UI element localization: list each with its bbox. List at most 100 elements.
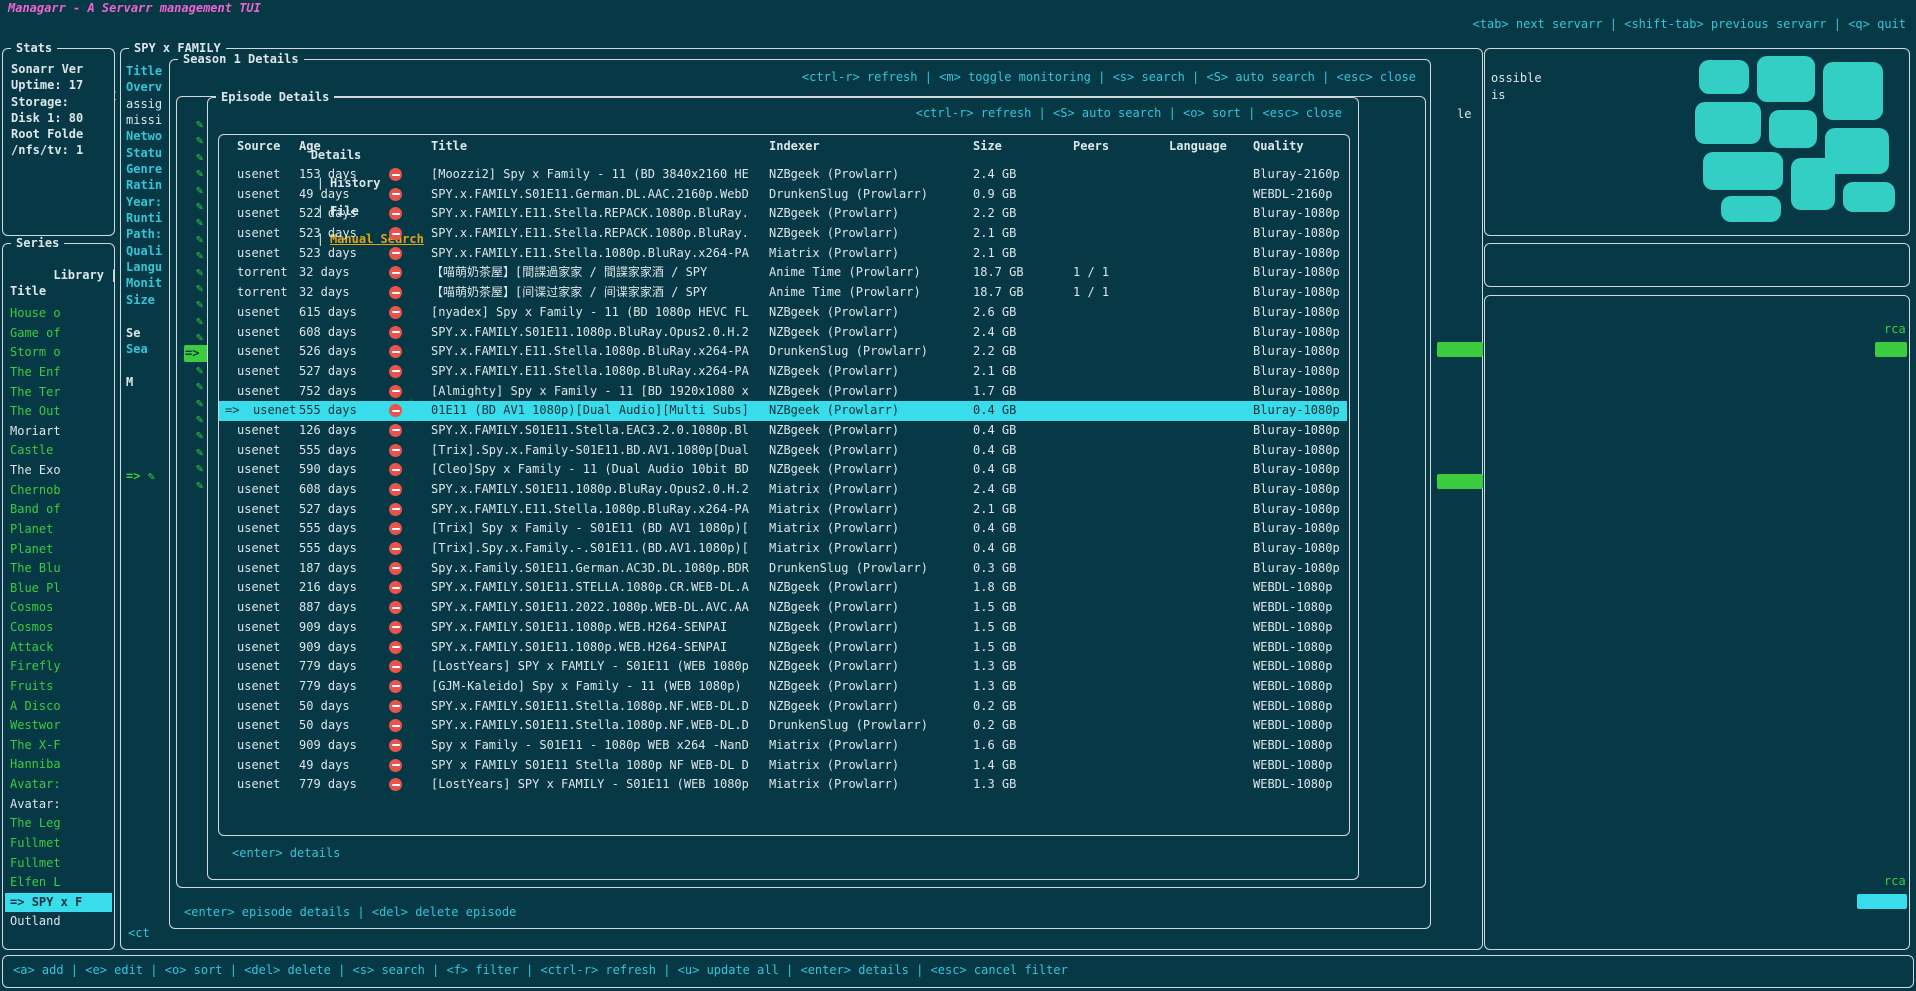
cell-indexer: NZBgeek (Prowlarr) — [769, 401, 969, 421]
monitored-icon: ✎ — [196, 281, 203, 295]
series-list-item[interactable]: The Enf — [5, 363, 112, 383]
search-result-row[interactable]: usenet 187 days Spy.x.Family.S01E11.Germ… — [219, 559, 1347, 579]
search-result-row[interactable]: usenet 216 days SPY.x.FAMILY.S01E11.STEL… — [219, 578, 1347, 598]
search-result-row[interactable]: usenet 608 days SPY.x.FAMILY.S01E11.1080… — [219, 323, 1347, 343]
search-result-row[interactable]: usenet 909 days Spy x Family - S01E11 - … — [219, 736, 1347, 756]
series-list-item[interactable]: Avatar: — [5, 795, 112, 815]
search-result-row[interactable]: usenet 153 days [Moozzi2] Spy x Family -… — [219, 165, 1347, 185]
series-list-item[interactable]: Attack — [5, 638, 112, 658]
search-result-row[interactable]: usenet 909 days SPY.x.FAMILY.S01E11.1080… — [219, 618, 1347, 638]
monitored-icon: ✎ — [196, 445, 203, 459]
search-result-row[interactable]: usenet 50 days SPY.x.FAMILY.S01E11.Stell… — [219, 716, 1347, 736]
cell-size: 2.1 GB — [973, 362, 1016, 382]
series-list-item[interactable]: A Disco — [5, 697, 112, 717]
search-result-row[interactable]: usenet 615 days [nyadex] Spy x Family - … — [219, 303, 1347, 323]
series-list-item[interactable]: Game of — [5, 324, 112, 344]
search-result-row[interactable]: usenet 523 days SPY.x.FAMILY.E11.Stella.… — [219, 224, 1347, 244]
series-list-item[interactable]: Planet — [5, 540, 112, 560]
cell-indexer: DrunkenSlug (Prowlarr) — [769, 185, 969, 205]
series-list-item[interactable]: The Leg — [5, 814, 112, 834]
search-result-row[interactable]: torrent 32 days 【喵萌奶茶屋】[間諜過家家 / 間諜家家酒 / … — [219, 263, 1347, 283]
series-list-item[interactable]: Castle — [5, 441, 112, 461]
search-result-row[interactable]: usenet 50 days SPY.x.FAMILY.S01E11.Stell… — [219, 697, 1347, 717]
cell-quality: Bluray-1080p — [1253, 362, 1340, 382]
series-list-item[interactable]: Cosmos — [5, 618, 112, 638]
stats-line: Uptime: 17 — [11, 77, 111, 93]
season-modal-title: Season 1 Details — [178, 52, 304, 66]
selection-arrow: => — [225, 401, 239, 421]
search-result-row[interactable]: usenet 608 days SPY.x.FAMILY.S01E11.1080… — [219, 480, 1347, 500]
search-result-row[interactable]: usenet 555 days [Trix] Spy x Family - S0… — [219, 519, 1347, 539]
series-title: Planet — [10, 542, 53, 556]
servarr-keybindings: <tab> next servarr | <shift-tab> previou… — [1473, 17, 1906, 31]
series-list-item[interactable]: Avatar: — [5, 775, 112, 795]
series-list-item[interactable]: Planet — [5, 520, 112, 540]
series-title: Fullmet — [10, 856, 61, 870]
series-list-item[interactable]: The Blu — [5, 559, 112, 579]
col-language[interactable]: Language — [1169, 139, 1227, 153]
tab-library[interactable]: Library — [53, 268, 104, 282]
search-result-row[interactable]: usenet 49 days SPY x FAMILY S01E11 Stell… — [219, 756, 1347, 776]
search-result-row[interactable]: usenet 49 days SPY.x.FAMILY.S01E11.Germa… — [219, 185, 1347, 205]
overview-fragment-panel: ossible is — [1484, 48, 1910, 236]
search-result-row[interactable]: usenet 527 days SPY.x.FAMILY.E11.Stella.… — [219, 500, 1347, 520]
series-list-item[interactable]: Cosmos — [5, 598, 112, 618]
cell-age: 555 days — [299, 441, 357, 461]
cell-quality: Bluray-1080p — [1253, 559, 1340, 579]
search-result-row[interactable]: usenet 779 days [LostYears] SPY x FAMILY… — [219, 775, 1347, 795]
search-result-row[interactable]: usenet 752 days [Almighty] Spy x Family … — [219, 382, 1347, 402]
search-result-row[interactable]: torrent 32 days 【喵萌奶茶屋】[间谍过家家 / 间谍家家酒 / … — [219, 283, 1347, 303]
col-quality[interactable]: Quality — [1253, 139, 1304, 153]
cell-peers: 1 / 1 — [1073, 263, 1109, 283]
series-list-item[interactable]: Westwor — [5, 716, 112, 736]
col-size[interactable]: Size — [973, 139, 1002, 153]
search-result-row[interactable]: usenet 779 days [LostYears] SPY x FAMILY… — [219, 657, 1347, 677]
overview-text-fragment: is — [1491, 88, 1505, 102]
col-age[interactable]: Age — [299, 139, 321, 153]
col-peers[interactable]: Peers — [1073, 139, 1109, 153]
cell-age: 523 days — [299, 244, 357, 264]
search-result-row[interactable]: => usenet 555 days 01E11 (BD AV1 1080p)[… — [219, 401, 1347, 421]
search-result-row[interactable]: usenet 126 days SPY.X.FAMILY.S01E11.Stel… — [219, 421, 1347, 441]
search-result-row[interactable]: usenet 522 days SPY.x.FAMILY.E11.Stella.… — [219, 204, 1347, 224]
series-list-item[interactable]: Elfen L — [5, 873, 112, 893]
series-list-item[interactable]: Fullmet — [5, 834, 112, 854]
search-result-row[interactable]: usenet 779 days [GJM-Kaleido] Spy x Fami… — [219, 677, 1347, 697]
series-list-item[interactable]: => SPY x F — [5, 893, 112, 913]
series-list-item[interactable]: Band of — [5, 500, 112, 520]
series-list-item[interactable]: The X-F — [5, 736, 112, 756]
series-list-item[interactable]: The Out — [5, 402, 112, 422]
cell-age: 32 days — [299, 263, 350, 283]
series-list-item[interactable]: The Exo — [5, 461, 112, 481]
cell-title: [Trix].Spy.x.Family-S01E11.BD.AV1.1080p[… — [431, 441, 765, 461]
search-result-row[interactable]: usenet 887 days SPY.x.FAMILY.S01E11.2022… — [219, 598, 1347, 618]
search-result-row[interactable]: usenet 555 days [Trix].Spy.x.Family.-.S0… — [219, 539, 1347, 559]
series-list-item[interactable]: Fruits — [5, 677, 112, 697]
col-indexer[interactable]: Indexer — [769, 139, 969, 153]
search-result-row[interactable]: usenet 555 days [Trix].Spy.x.Family-S01E… — [219, 441, 1347, 461]
series-list-item[interactable]: Blue Pl — [5, 579, 112, 599]
series-list-item[interactable]: Fullmet — [5, 854, 112, 874]
col-title[interactable]: Title — [431, 139, 765, 153]
search-result-row[interactable]: usenet 590 days [Cleo]Spy x Family - 11 … — [219, 460, 1347, 480]
search-result-row[interactable]: usenet 523 days SPY.x.FAMILY.E11.Stella.… — [219, 244, 1347, 264]
cell-size: 1.3 GB — [973, 775, 1016, 795]
series-list-item[interactable]: Hanniba — [5, 755, 112, 775]
series-list-item[interactable]: Chernob — [5, 481, 112, 501]
col-source[interactable]: Source — [237, 139, 280, 153]
series-title: Cosmos — [10, 620, 53, 634]
cell-indexer: DrunkenSlug (Prowlarr) — [769, 716, 969, 736]
series-list-item[interactable]: The Ter — [5, 383, 112, 403]
series-list-item[interactable]: Firefly — [5, 657, 112, 677]
series-list-item[interactable]: Storm o — [5, 343, 112, 363]
search-result-row[interactable]: usenet 526 days SPY.x.FAMILY.E11.Stella.… — [219, 342, 1347, 362]
cell-age: 779 days — [299, 677, 357, 697]
search-result-row[interactable]: usenet 909 days SPY.x.FAMILY.S01E11.1080… — [219, 638, 1347, 658]
cell-peers: 1 / 1 — [1073, 283, 1109, 303]
series-list-item[interactable]: House o — [5, 304, 112, 324]
series-list-item[interactable]: Moriart — [5, 422, 112, 442]
episode-modal-footer-keybindings: <enter> details — [232, 846, 340, 860]
search-result-row[interactable]: usenet 527 days SPY.x.FAMILY.E11.Stella.… — [219, 362, 1347, 382]
cell-title: SPY x FAMILY S01E11 Stella 1080p NF WEB-… — [431, 756, 765, 776]
series-list-item[interactable]: Outland — [5, 912, 112, 932]
